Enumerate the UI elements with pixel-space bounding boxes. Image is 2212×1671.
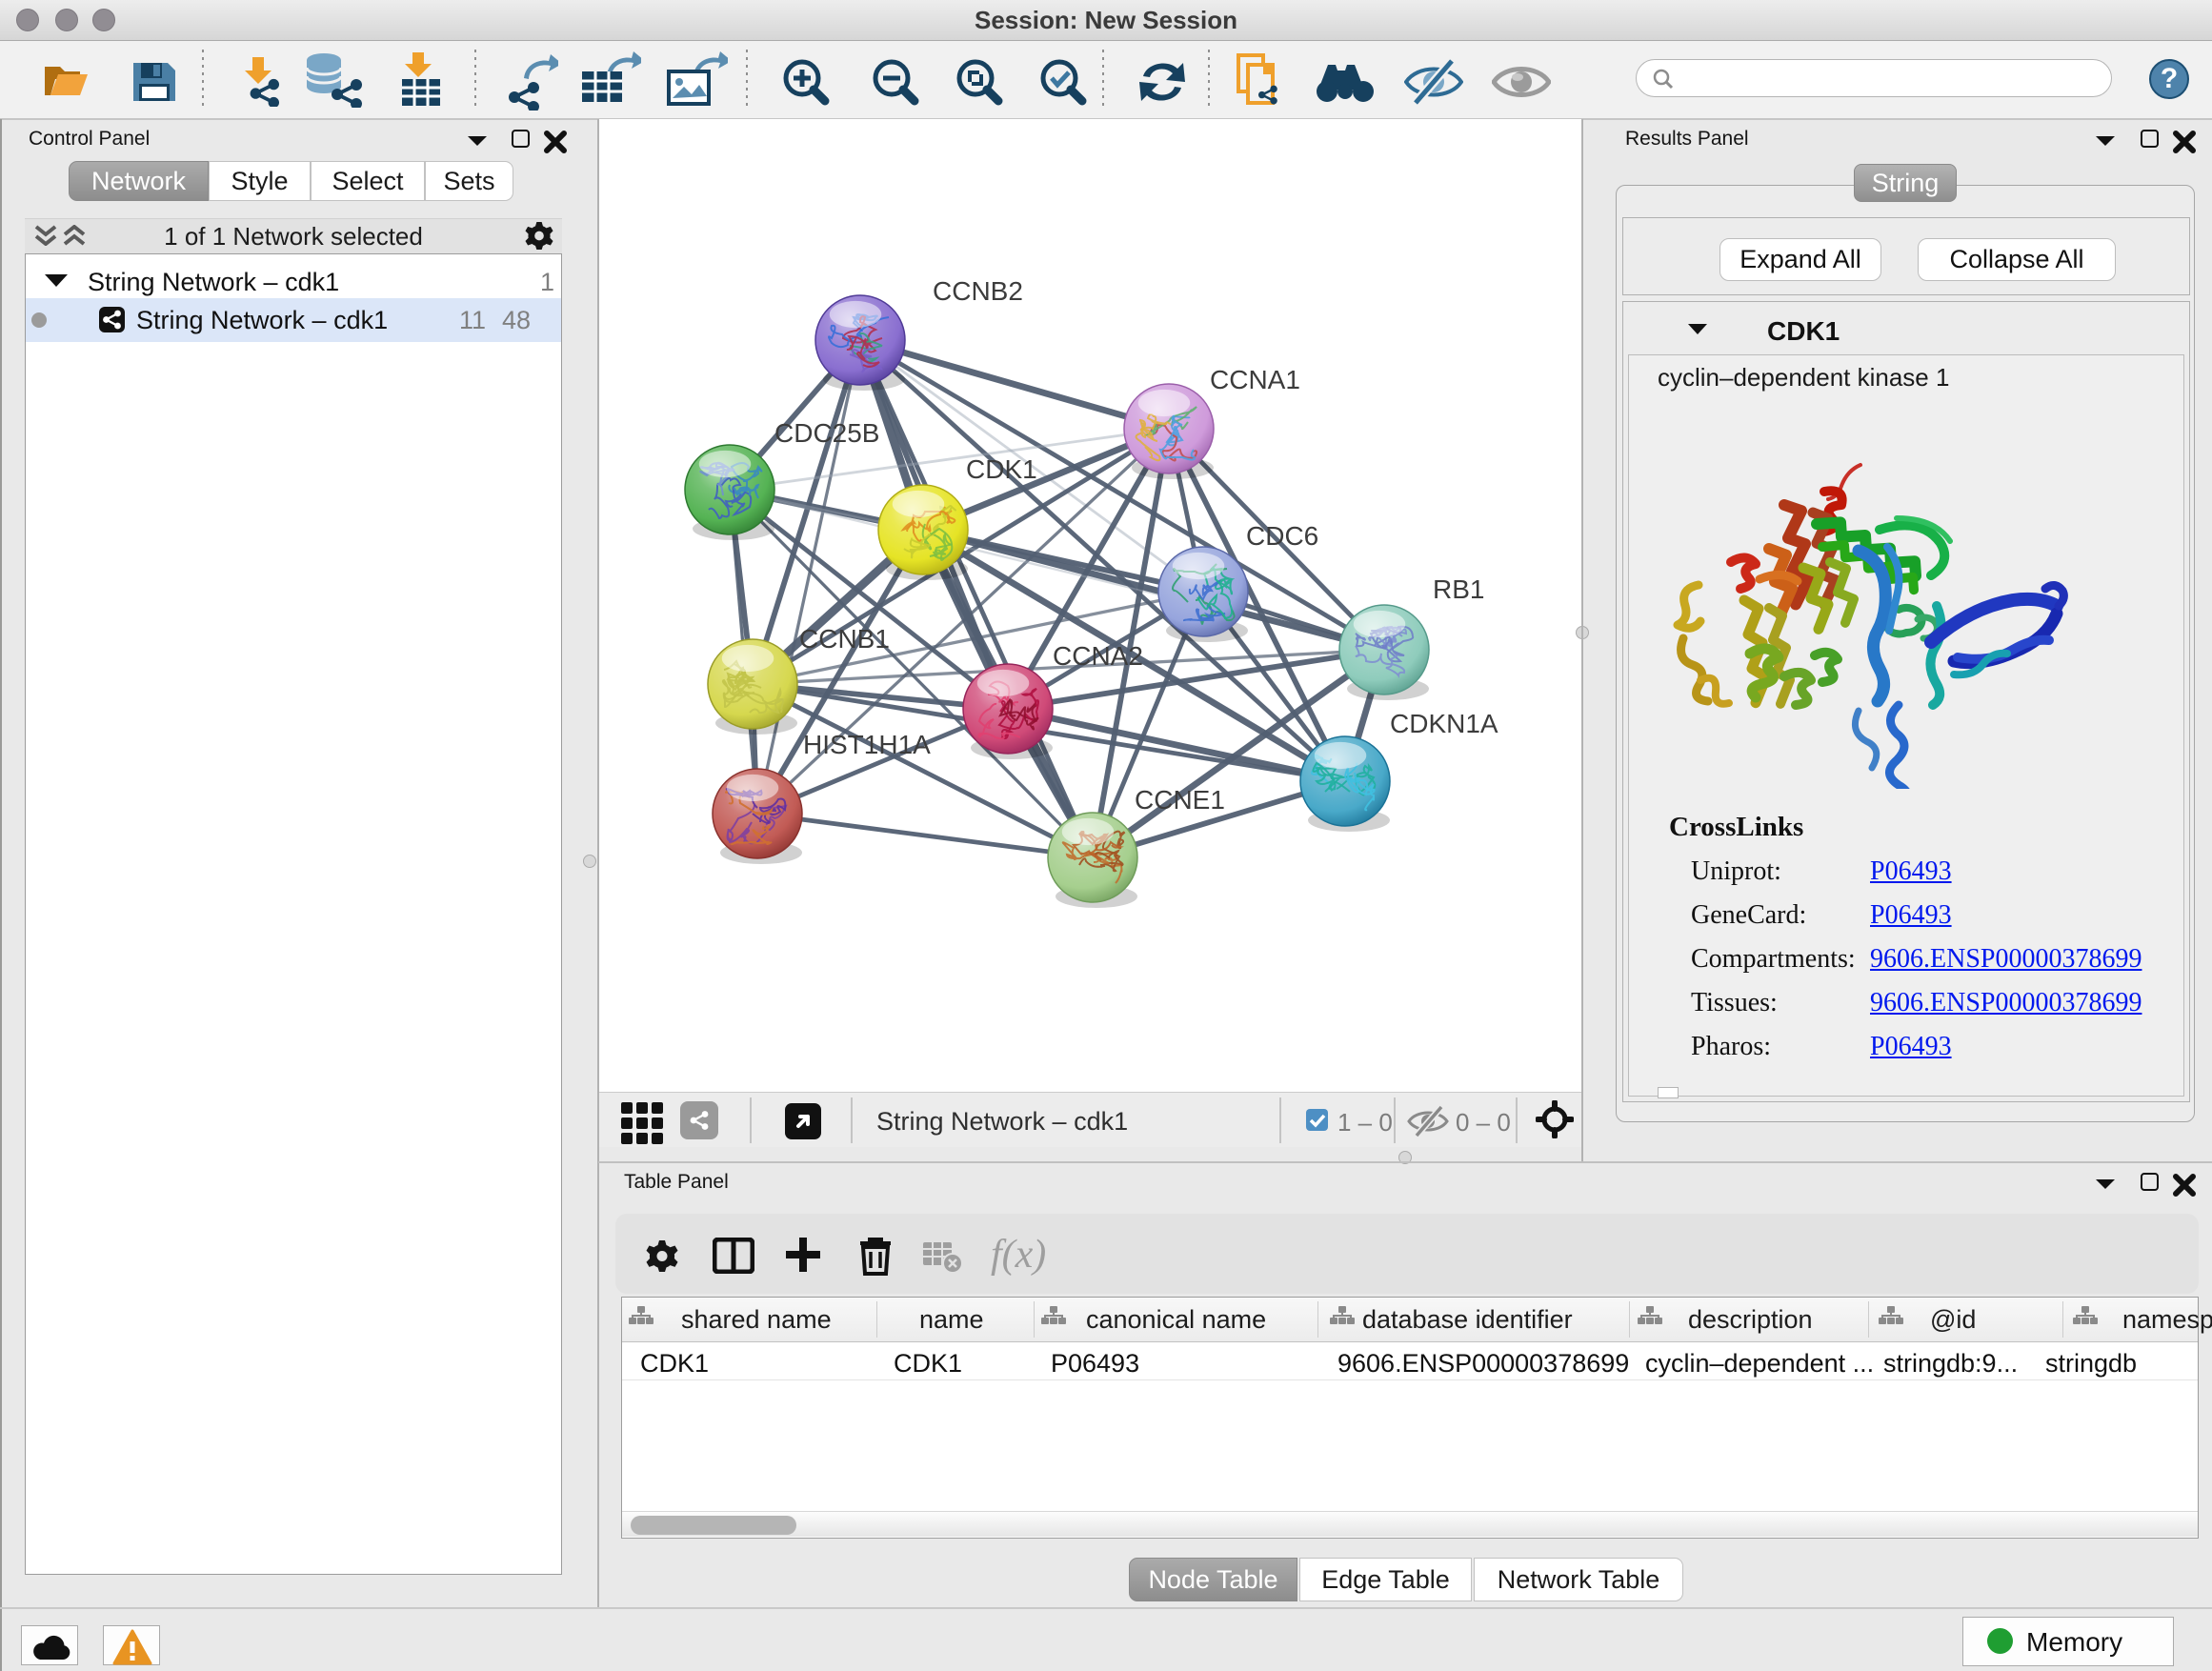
svg-text:CCNB2: CCNB2 xyxy=(933,276,1023,306)
svg-text:CDC6: CDC6 xyxy=(1246,521,1318,551)
svg-text:CDC25B: CDC25B xyxy=(774,418,879,448)
svg-text:CCNE1: CCNE1 xyxy=(1135,785,1225,815)
svg-text:HIST1H1A: HIST1H1A xyxy=(803,730,931,759)
svg-text:CDK1: CDK1 xyxy=(966,454,1037,484)
svg-text:CDKN1A: CDKN1A xyxy=(1390,709,1498,738)
svg-text:CCNA1: CCNA1 xyxy=(1210,365,1300,394)
svg-text:CCNB1: CCNB1 xyxy=(799,624,890,654)
svg-text:RB1: RB1 xyxy=(1433,574,1484,604)
svg-text:CCNA2: CCNA2 xyxy=(1053,641,1143,671)
